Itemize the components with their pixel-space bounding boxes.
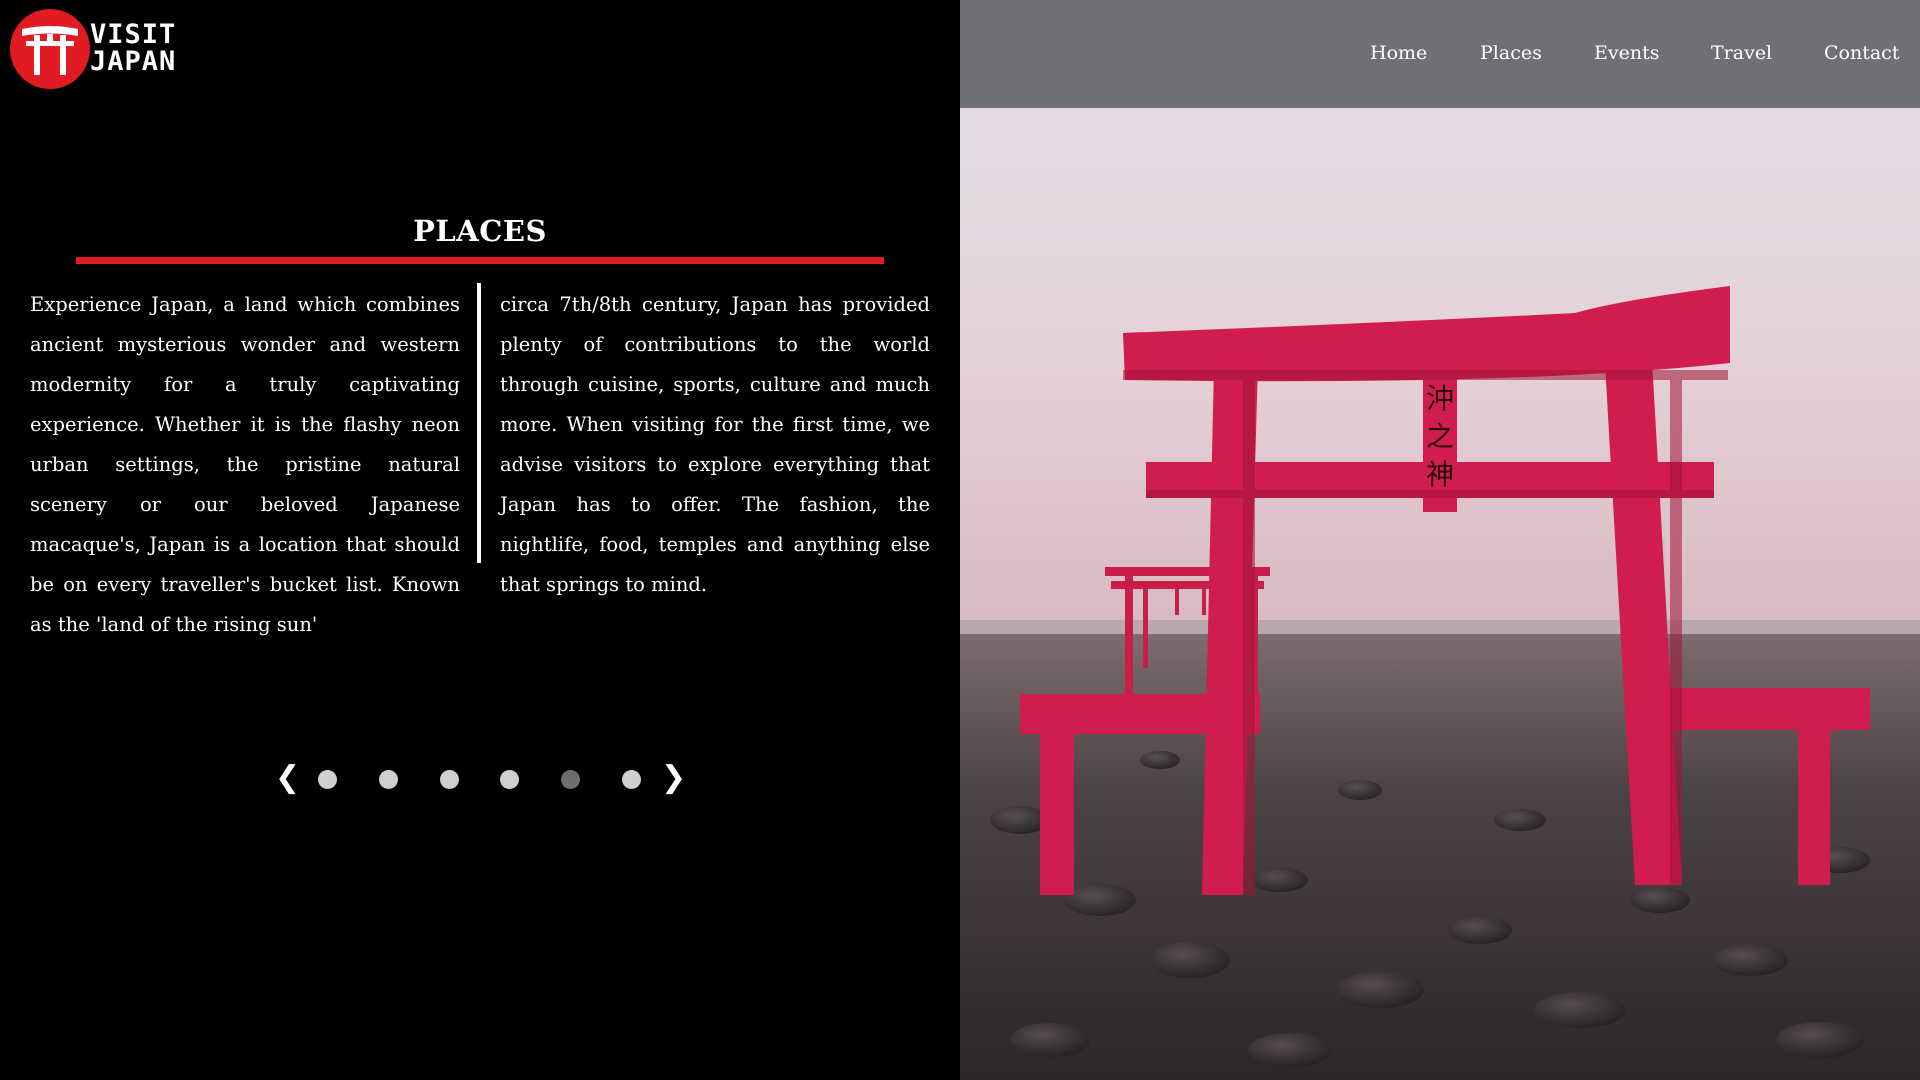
intro-text-column-right: circa 7th/8th century, Japan has provide… [500, 293, 930, 596]
column-divider [477, 283, 481, 563]
torii-gate-icon [10, 9, 90, 89]
torii-gates-photo: 沖 之 神 [960, 0, 1920, 1080]
carousel-dot-6[interactable] [622, 770, 641, 789]
carousel-dot-2[interactable] [379, 770, 398, 789]
hero-image: 沖 之 神 [960, 0, 1920, 1080]
carousel-dot-4[interactable] [500, 770, 519, 789]
carousel-dot-1[interactable] [318, 770, 337, 789]
logo-wordmark: VISIT JAPAN [90, 21, 176, 75]
page-title: PLACES [413, 214, 547, 248]
intro-text-column-left: Experience Japan, a land which combines … [30, 293, 460, 636]
shrine-sign-char-3: 神 [1426, 458, 1454, 491]
nav-link-places[interactable]: Places [1480, 40, 1542, 66]
shrine-sign-char-2: 之 [1426, 420, 1454, 453]
slide-carousel: ❮ ❯ [275, 760, 686, 800]
carousel-dot-5[interactable] [561, 770, 580, 789]
nav-link-contact[interactable]: Contact [1824, 40, 1899, 66]
nav-link-home[interactable]: Home [1370, 40, 1427, 66]
site-logo[interactable]: VISIT JAPAN [10, 9, 210, 93]
left-panel: VISIT JAPAN PLACES Experience Japan, a l… [0, 0, 960, 1080]
top-nav-bar: Home Places Events Travel Contact [960, 0, 1920, 108]
chevron-right-icon[interactable]: ❯ [661, 760, 686, 800]
nav-link-travel[interactable]: Travel [1711, 40, 1772, 66]
carousel-dot-3[interactable] [440, 770, 459, 789]
logo-line-visit: VISIT [90, 19, 177, 50]
logo-line-japan: JAPAN [90, 46, 177, 77]
nav-link-events[interactable]: Events [1594, 40, 1659, 66]
title-underline [76, 257, 884, 264]
shrine-sign-char-1: 沖 [1426, 382, 1454, 415]
chevron-left-icon[interactable]: ❮ [275, 760, 300, 800]
